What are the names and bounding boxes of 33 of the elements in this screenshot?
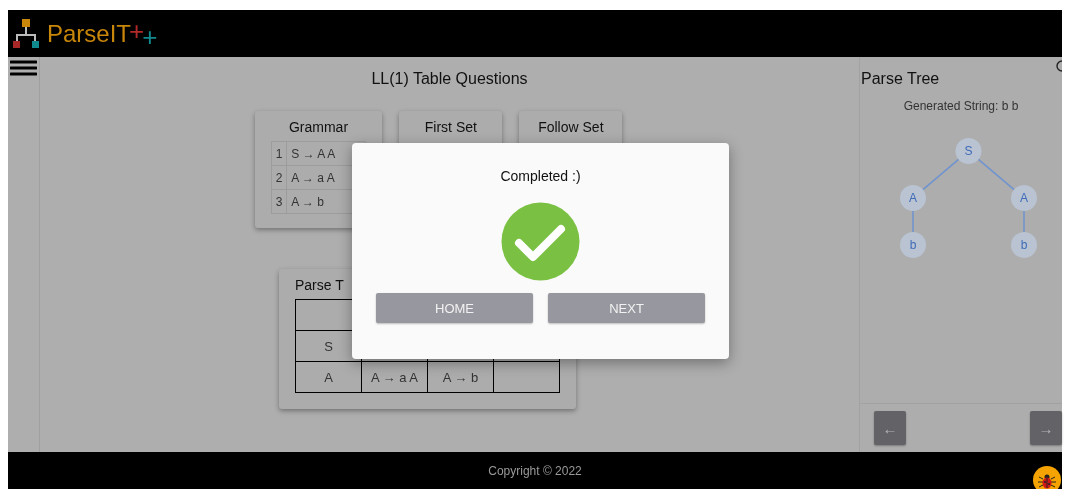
table-cell: A → b [427, 361, 494, 393]
panel-title: Parse Tree [861, 70, 941, 89]
back-button[interactable]: ← [874, 411, 906, 445]
check-icon [501, 202, 580, 281]
dialog-message: Completed :) [500, 168, 581, 184]
card-title: Grammar [288, 119, 349, 135]
tree-edge [977, 158, 1015, 191]
tree-node: S [955, 138, 982, 164]
rule-number: 3 [271, 189, 287, 214]
app-title: ParseIT [47, 19, 132, 48]
card-title: Parse T [295, 277, 344, 293]
copyright-text: Copyright © 2022 [488, 463, 582, 478]
home-button[interactable]: HOME [376, 293, 533, 323]
card-title: First Set [424, 119, 477, 135]
page-title: LL(1) Table Questions [371, 70, 528, 89]
menu-icon[interactable] [10, 60, 37, 76]
tree-node: b [1011, 232, 1037, 258]
card-title: Follow Set [538, 119, 604, 135]
table-cell: A [295, 361, 362, 393]
tree-edge [1023, 210, 1025, 233]
tree-node: b [900, 232, 926, 258]
next-button[interactable]: NEXT [548, 293, 705, 323]
plus-mark: + [142, 23, 158, 50]
table-cell: A → a A [361, 361, 428, 393]
rule-number: 1 [271, 141, 287, 166]
rule-number: 2 [271, 165, 287, 190]
next-button[interactable]: → [1030, 411, 1062, 445]
tree-edge [922, 158, 960, 191]
tree-edge [912, 210, 914, 233]
ladybug-icon[interactable] [1032, 465, 1062, 489]
tree-node: A [1011, 185, 1037, 211]
tree-node: A [900, 185, 926, 211]
generated-string: Generated String: b b [902, 99, 1020, 113]
